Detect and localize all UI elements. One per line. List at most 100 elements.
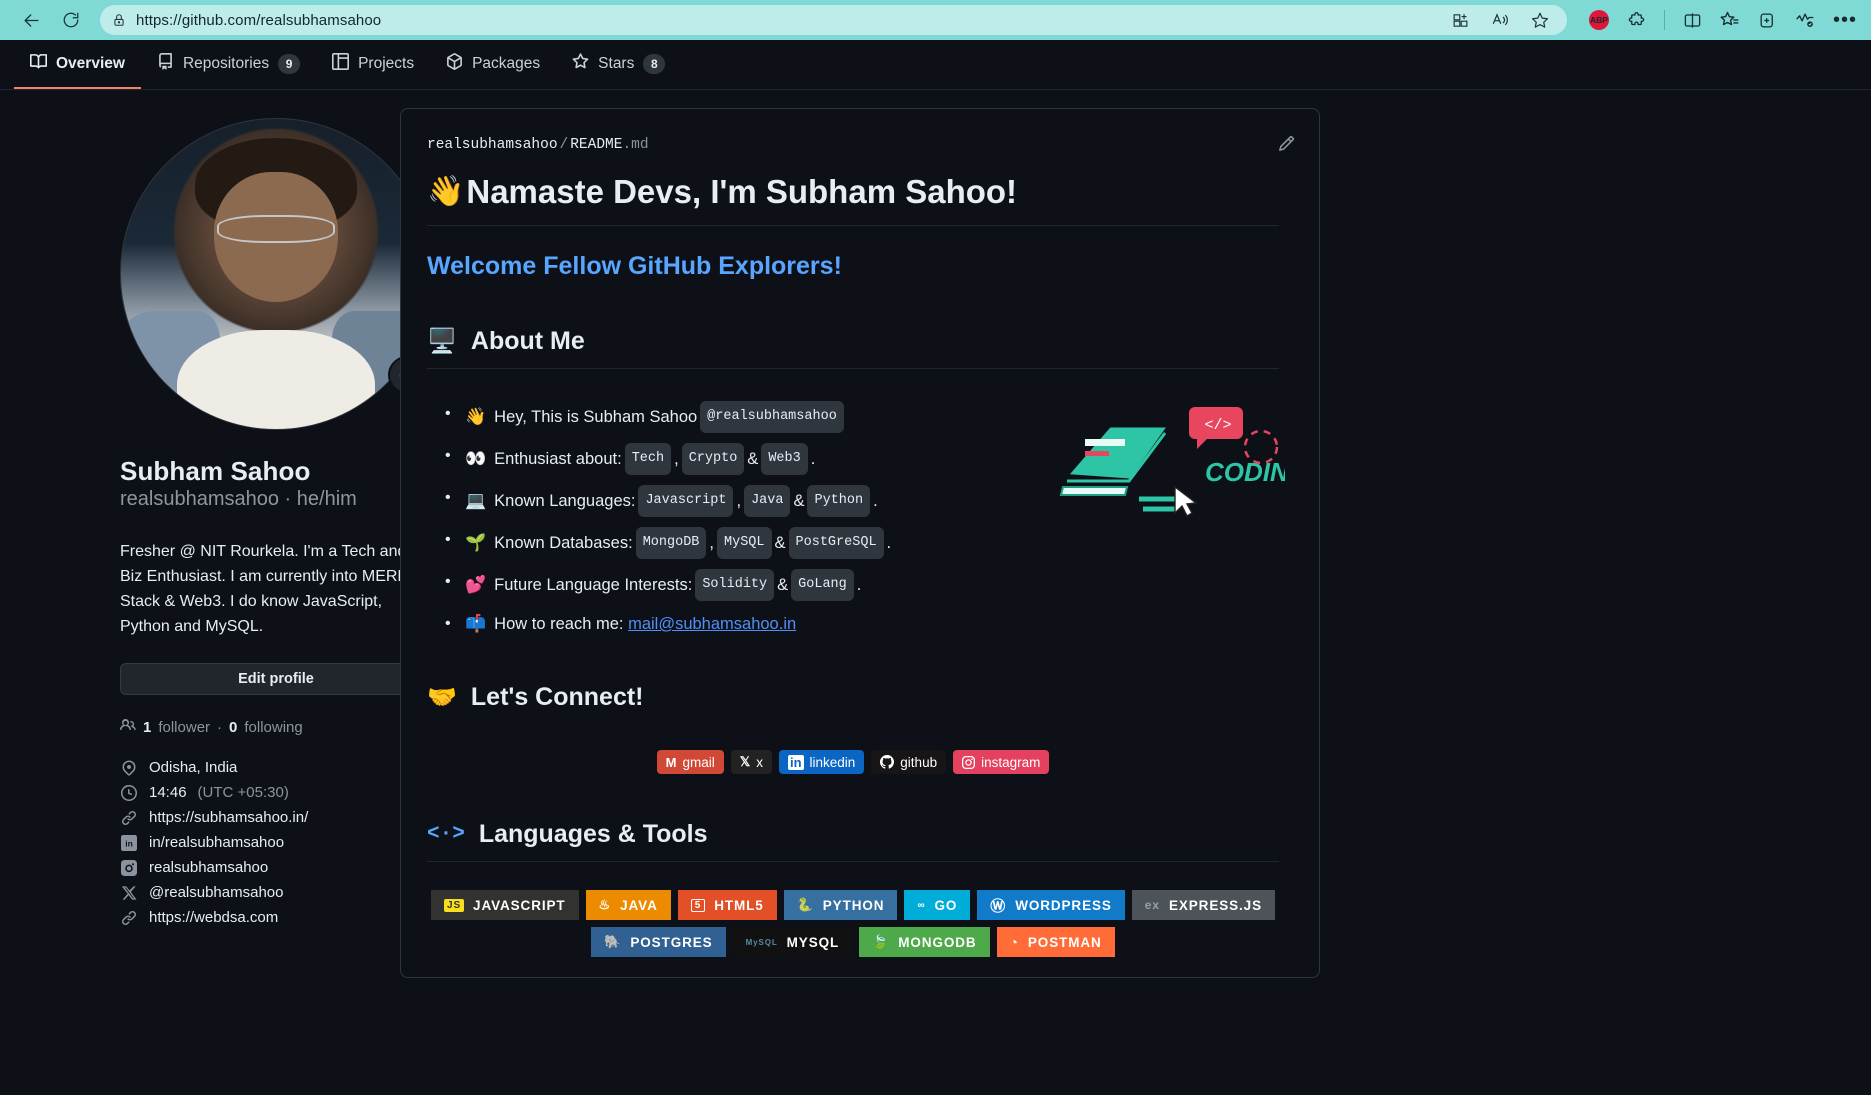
bullet-text: How to reach me:	[494, 615, 624, 633]
settings-more-icon[interactable]: •••	[1833, 10, 1857, 30]
wordpress-badge[interactable]: Ⓦ WORDPRESS	[977, 890, 1125, 920]
email-link[interactable]: mail@subhamsahoo.in	[628, 611, 796, 637]
readme-title-text: Namaste Devs, I'm Subham Sahoo!	[466, 173, 1018, 210]
code-badge: GoLang	[791, 569, 854, 601]
pencil-icon[interactable]	[1278, 135, 1295, 157]
instagram-icon	[120, 859, 138, 876]
postman-badge[interactable]: ◔ POSTMAN	[996, 927, 1115, 957]
x-badge[interactable]: 𝕏 x	[730, 750, 772, 774]
adblock-plus-icon[interactable]: ABP	[1588, 10, 1609, 30]
refresh-button[interactable]	[54, 5, 88, 35]
mysql-badge[interactable]: MySQL MYSQL	[732, 927, 853, 957]
detail-timezone: (UTC +05:30)	[197, 784, 289, 801]
badge-label: gmail	[682, 754, 715, 770]
linkedin-badge[interactable]: in linkedin	[778, 750, 865, 774]
repositories-count: 9	[278, 53, 301, 74]
following-count[interactable]: 0	[229, 719, 237, 736]
repo-icon	[157, 52, 174, 75]
lock-icon	[112, 13, 126, 27]
mongodb-badge[interactable]: 🍃 MONGODB	[859, 927, 990, 957]
detail-text[interactable]: in/realsubhamsahoo	[149, 834, 284, 851]
java-icon: ♨	[598, 897, 612, 912]
detail-instagram[interactable]: realsubhamsahoo	[120, 859, 400, 876]
tail: .	[886, 534, 892, 552]
postgres-badge[interactable]: 🐘 POSTGRES	[591, 927, 726, 957]
badge-label: JAVA	[620, 897, 658, 913]
wordpress-icon: Ⓦ	[990, 897, 1007, 915]
tab-repositories[interactable]: Repositories 9	[141, 40, 316, 89]
laptop-emoji-icon: 💻	[465, 491, 487, 510]
tab-label: Stars	[598, 54, 635, 72]
breadcrumb: realsubhamsahoo / README.md	[427, 137, 1279, 153]
badge-label: POSTMAN	[1027, 934, 1102, 950]
avatar[interactable]	[120, 118, 432, 430]
javascript-badge[interactable]: JS JAVASCRIPT	[430, 890, 579, 920]
badge-label: WORDPRESS	[1015, 897, 1112, 913]
github-badge[interactable]: github	[871, 750, 947, 774]
breadcrumb-user[interactable]: realsubhamsahoo	[427, 137, 558, 153]
split-screen-icon[interactable]	[1683, 11, 1702, 30]
handle-pronouns: he/him	[296, 488, 357, 510]
code-badge: MongoDB	[635, 527, 707, 559]
python-badge[interactable]: 🐍 PYTHON	[783, 890, 898, 920]
browser-essentials-icon[interactable]	[1795, 10, 1815, 30]
instagram-badge[interactable]: instagram	[953, 750, 1050, 774]
profile-handle: realsubhamsahoo · he/him	[120, 488, 400, 511]
postgres-icon: 🐘	[604, 934, 622, 949]
collections-icon[interactable]	[1758, 11, 1777, 30]
about-heading-text: About Me	[470, 327, 585, 355]
badge-label: EXPRESS.JS	[1168, 897, 1262, 913]
sep: ,	[674, 450, 679, 468]
tab-stars[interactable]: Stars 8	[556, 40, 681, 89]
detail-website-2[interactable]: https://webdsa.com	[120, 909, 400, 926]
detail-text[interactable]: @realsubhamsahoo	[149, 884, 283, 901]
star-icon	[572, 52, 589, 75]
instagram-icon	[962, 755, 976, 769]
wave-emoji-icon: 👋	[427, 175, 465, 208]
favorites-icon[interactable]	[1720, 10, 1740, 30]
connect-heading: 🤝 Let's Connect!	[427, 683, 1279, 724]
detail-website[interactable]: https://subhamsahoo.in/	[120, 809, 400, 826]
detail-x-twitter[interactable]: @realsubhamsahoo	[120, 884, 400, 901]
gmail-badge[interactable]: M gmail	[656, 750, 724, 774]
link-icon	[120, 910, 138, 926]
detail-text[interactable]: realsubhamsahoo	[149, 859, 268, 876]
followers-count[interactable]: 1	[143, 719, 151, 736]
avatar-art	[176, 329, 376, 429]
java-badge[interactable]: ♨ JAVA	[585, 890, 671, 920]
split-view-icon[interactable]	[1452, 12, 1469, 29]
extensions-icon[interactable]	[1627, 11, 1646, 30]
tab-overview[interactable]: Overview	[14, 40, 141, 89]
seedling-emoji-icon: 🌱	[465, 533, 487, 552]
followers-separator: ·	[217, 718, 223, 736]
back-button[interactable]	[14, 5, 48, 35]
favorite-star-icon[interactable]	[1531, 11, 1549, 29]
list-item: 📫 How to reach me: mail@subhamsahoo.in	[427, 611, 1279, 637]
code-badge: Solidity	[695, 569, 775, 601]
code-badge: MySQL	[717, 527, 772, 559]
following-label[interactable]: following	[244, 719, 302, 736]
tab-projects[interactable]: Projects	[316, 40, 430, 89]
mongodb-icon: 🍃	[872, 934, 890, 949]
profile-name: Subham Sahoo	[120, 456, 311, 486]
detail-text[interactable]: https://subhamsahoo.in/	[149, 809, 308, 826]
go-badge[interactable]: ∞ GO	[904, 890, 971, 920]
tab-packages[interactable]: Packages	[430, 40, 556, 89]
toolbar-divider	[1663, 10, 1665, 30]
profile-nav-tabs: Overview Repositories 9 Projects Package…	[0, 40, 1871, 90]
people-icon	[120, 717, 136, 737]
expressjs-badge[interactable]: ex EXPRESS.JS	[1131, 890, 1275, 920]
read-aloud-icon[interactable]	[1491, 11, 1509, 29]
followers-label[interactable]: follower	[158, 719, 210, 736]
detail-linkedin[interactable]: in in/realsubhamsahoo	[120, 834, 400, 851]
breadcrumb-file[interactable]: README	[570, 137, 622, 153]
address-bar[interactable]: https://github.com/realsubhamsahoo	[100, 5, 1567, 35]
badge-label: JAVASCRIPT	[473, 897, 566, 913]
browser-toolbar: https://github.com/realsubhamsahoo ABP •…	[0, 0, 1871, 40]
badge-label: MONGODB	[898, 934, 977, 950]
python-icon: 🐍	[796, 897, 814, 912]
desktop-computer-emoji-icon: 🖥️	[427, 327, 457, 355]
html5-badge[interactable]: 5 HTML5	[677, 890, 777, 920]
detail-text[interactable]: https://webdsa.com	[149, 909, 278, 926]
edit-profile-button[interactable]: Edit profile	[120, 663, 432, 695]
